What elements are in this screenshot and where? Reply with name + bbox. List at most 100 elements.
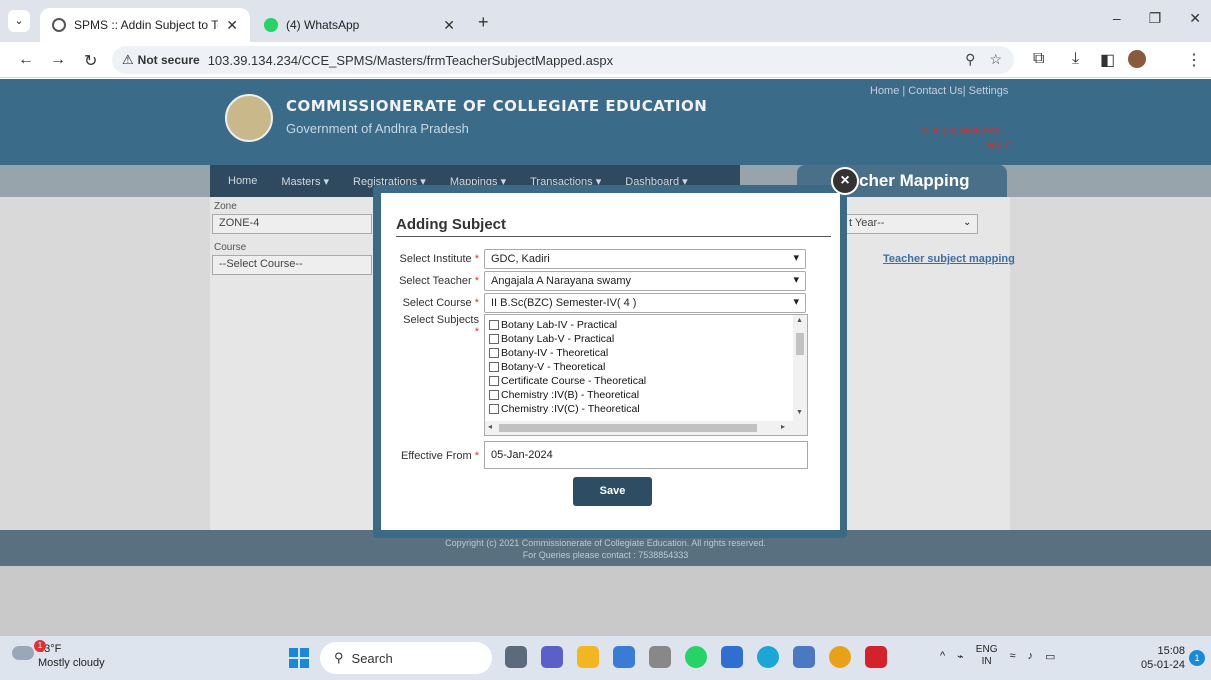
battery-icon[interactable]: ▭ xyxy=(1045,650,1055,663)
new-tab-button[interactable]: + xyxy=(478,12,489,33)
list-item[interactable]: Botany-IV - Theoretical xyxy=(489,346,789,360)
file-explorer-icon[interactable] xyxy=(577,646,599,668)
system-tray: ^ ⌁ ENG IN ≈ ♪ ▭ xyxy=(940,644,1055,668)
teacher-select[interactable]: Angajala A Narayana swamy ▾ xyxy=(484,271,806,291)
list-item[interactable]: Botany-V - Theoretical xyxy=(489,360,789,374)
save-button[interactable]: Save xyxy=(573,477,652,506)
weather-widget[interactable]: 1 83°F Mostly cloudy xyxy=(12,640,105,670)
teacher-subject-mapping-link[interactable]: Teacher subject mapping xyxy=(883,253,1015,265)
scroll-right-icon[interactable]: ▸ xyxy=(781,422,785,431)
vertical-scrollbar[interactable]: ▲ ▼ xyxy=(793,315,807,421)
notepad-icon[interactable] xyxy=(793,646,815,668)
windows-taskbar: 1 83°F Mostly cloudy ⚲ Search ^ ⌁ ENG IN … xyxy=(0,636,1211,680)
checkbox[interactable] xyxy=(489,376,499,386)
restore-icon[interactable]: ❐ xyxy=(1149,10,1162,27)
close-window-icon[interactable]: ✕ xyxy=(1189,10,1201,27)
scroll-thumb[interactable] xyxy=(499,424,757,432)
temperature: 83°F xyxy=(38,643,62,655)
language-indicator[interactable]: ENG IN xyxy=(976,644,998,668)
not-secure-label[interactable]: Not secure xyxy=(138,53,200,67)
sidepanel-icon[interactable]: ◧ xyxy=(1100,50,1115,70)
list-item[interactable]: Chemistry :IV(B) - Theoretical xyxy=(489,388,789,402)
list-item[interactable]: Botany Lab-V - Practical xyxy=(489,332,789,346)
minimize-icon[interactable]: – xyxy=(1113,10,1121,27)
top-links[interactable]: Home | Contact Us| Settings xyxy=(870,85,1008,97)
scroll-up-icon[interactable]: ▲ xyxy=(796,317,803,324)
tab-close-icon[interactable]: ✕ xyxy=(226,17,238,34)
whatsapp-icon[interactable] xyxy=(685,646,707,668)
menu-home[interactable]: Home xyxy=(228,175,257,187)
org-subtitle: Government of Andhra Pradesh xyxy=(286,121,469,136)
checkbox[interactable] xyxy=(489,320,499,330)
course-select[interactable]: --Select Course-- xyxy=(212,255,372,275)
chevron-down-icon: ▾ xyxy=(793,296,799,308)
profile-avatar[interactable] xyxy=(1128,50,1146,68)
logout-link[interactable]: Logout xyxy=(920,139,1011,153)
course-select-modal[interactable]: II B.Sc(BZC) Semester-IV( 4 ) ▾ xyxy=(484,293,806,313)
subjects-label: Select Subjects * xyxy=(403,314,479,338)
url-text[interactable]: 103.39.134.234/CCE_SPMS/Masters/frmTeach… xyxy=(208,53,613,68)
zoom-icon[interactable]: ⚲ xyxy=(965,51,975,68)
edge-icon[interactable] xyxy=(757,646,779,668)
modal-close-button[interactable]: × xyxy=(831,167,859,195)
scroll-left-icon[interactable]: ◂ xyxy=(488,422,492,431)
tab-whatsapp[interactable]: (4) WhatsApp ✕ xyxy=(252,8,467,42)
list-item[interactable]: Chemistry :IV(C) - Theoretical xyxy=(489,402,789,416)
course-label: Course xyxy=(214,242,247,253)
org-title: COMMISSIONERATE OF COLLEGIATE EDUCATION xyxy=(286,97,708,115)
weather-badge: 1 xyxy=(34,640,46,652)
clock[interactable]: 15:08 05-01-24 xyxy=(1141,644,1185,672)
whatsapp-icon xyxy=(264,18,278,32)
network-icon[interactable]: ⌁ xyxy=(957,650,964,663)
windows-start-icon[interactable] xyxy=(289,648,309,668)
taskbar-search[interactable]: ⚲ Search xyxy=(320,642,492,674)
back-icon[interactable]: ← xyxy=(18,51,34,69)
tab-search-button[interactable]: ⌄ xyxy=(8,10,30,32)
tab-title: (4) WhatsApp xyxy=(286,18,360,32)
wifi-icon[interactable]: ≈ xyxy=(1009,650,1015,662)
app-icon[interactable] xyxy=(721,646,743,668)
scroll-down-icon[interactable]: ▼ xyxy=(796,409,803,416)
teams-icon[interactable] xyxy=(541,646,563,668)
chrome-icon[interactable] xyxy=(829,646,851,668)
browser-tab-bar: ⌄ SPMS :: Addin Subject to Teach ✕ (4) W… xyxy=(0,0,1211,42)
zone-select[interactable]: ZONE-4 xyxy=(212,214,372,234)
chevron-up-icon[interactable]: ^ xyxy=(940,650,945,662)
menu-masters[interactable]: Masters ▾ xyxy=(281,175,329,188)
reload-icon[interactable]: ↻ xyxy=(84,51,97,71)
store-icon[interactable] xyxy=(613,646,635,668)
subjects-listbox[interactable]: Botany Lab-IV - Practical Botany Lab-V -… xyxy=(484,314,808,436)
checkbox[interactable] xyxy=(489,334,499,344)
list-item[interactable]: Botany Lab-IV - Practical xyxy=(489,318,789,332)
warning-icon[interactable]: ⚠ xyxy=(122,52,134,68)
scroll-thumb[interactable] xyxy=(796,333,804,355)
search-icon: ⚲ xyxy=(334,650,344,665)
volume-icon[interactable]: ♪ xyxy=(1028,650,1034,662)
extensions-icon[interactable]: ⧉ xyxy=(1033,50,1044,68)
checkbox[interactable] xyxy=(489,362,499,372)
download-icon[interactable]: ⤓ xyxy=(1072,50,1079,68)
checkbox[interactable] xyxy=(489,404,499,414)
acrobat-icon[interactable] xyxy=(865,646,887,668)
year-select[interactable]: t Year-- xyxy=(842,214,978,234)
notification-badge[interactable]: 1 xyxy=(1189,650,1205,666)
checkbox[interactable] xyxy=(489,348,499,358)
subjects-list: Botany Lab-IV - Practical Botany Lab-V -… xyxy=(489,318,789,416)
time: 15:08 xyxy=(1157,645,1185,657)
checkbox[interactable] xyxy=(489,390,499,400)
chatgpt-icon[interactable] xyxy=(649,646,671,668)
forward-icon[interactable]: → xyxy=(50,51,66,69)
tab-close-icon[interactable]: ✕ xyxy=(443,17,455,34)
url-field[interactable]: ⚠ Not secure 103.39.134.234/CCE_SPMS/Mas… xyxy=(112,46,1014,74)
horizontal-scrollbar[interactable]: ◂ ▸ xyxy=(485,421,807,435)
task-view-icon[interactable] xyxy=(505,646,527,668)
effective-from-input[interactable]: 05-Jan-2024 xyxy=(484,441,808,469)
tab-spms[interactable]: SPMS :: Addin Subject to Teach ✕ xyxy=(40,8,250,42)
institute-select[interactable]: GDC, Kadiri ▾ xyxy=(484,249,806,269)
user-name: GDC(S) SRIKAKU... xyxy=(920,126,1011,137)
menu-icon[interactable]: ⋮ xyxy=(1186,50,1202,70)
list-item[interactable]: Certificate Course - Theoretical xyxy=(489,374,789,388)
tab-title: SPMS :: Addin Subject to Teach xyxy=(74,18,218,32)
modal-title: Adding Subject xyxy=(396,216,506,233)
star-icon[interactable]: ☆ xyxy=(989,51,1002,68)
